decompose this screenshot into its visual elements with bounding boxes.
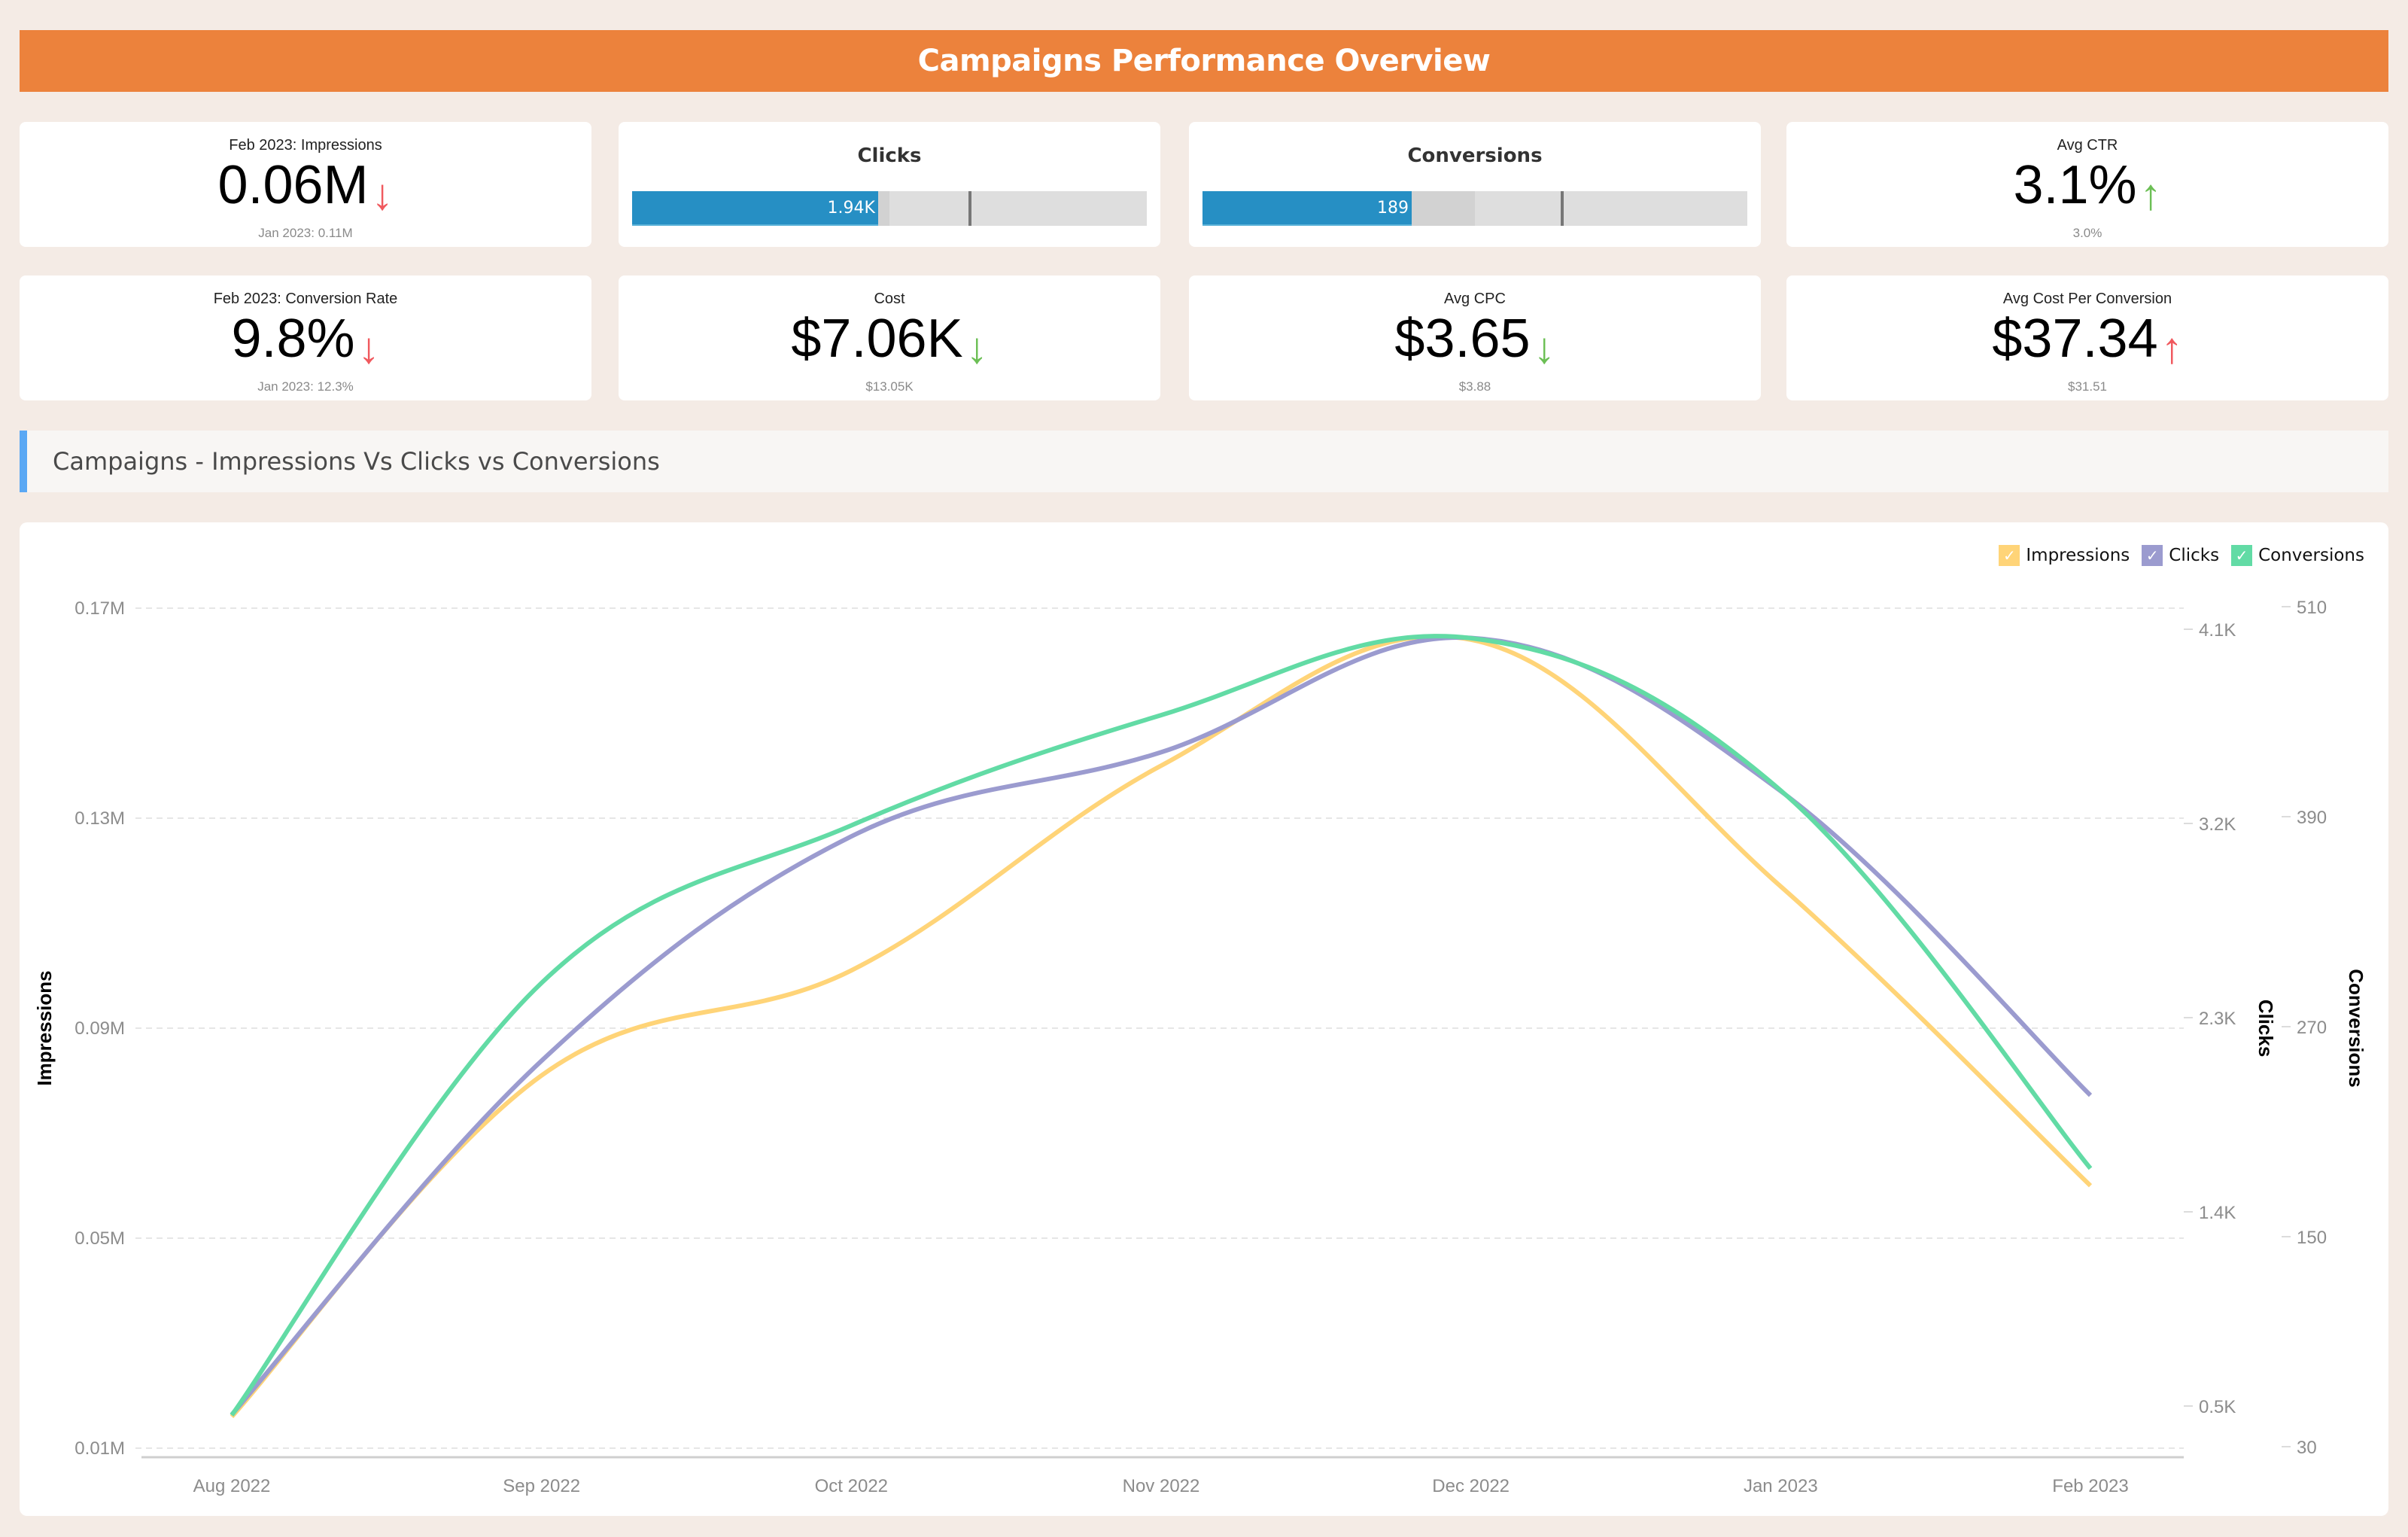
x-tick-label: Aug 2022 bbox=[193, 1476, 271, 1496]
kpi-label: Feb 2023: Conversion Rate bbox=[213, 291, 398, 307]
x-tick-label: Oct 2022 bbox=[815, 1476, 888, 1496]
y-tick-label-clicks: 1.4K bbox=[2199, 1203, 2236, 1223]
kpi-comparison: $31.51 bbox=[2068, 379, 2107, 394]
y-tick-label-clicks: 3.2K bbox=[2199, 814, 2236, 835]
y-tick-label-left: 0.13M bbox=[74, 808, 125, 829]
kpi-title: Conversions bbox=[1407, 145, 1543, 167]
kpi-comparison: $13.05K bbox=[865, 379, 914, 394]
kpi-card-avg-cpc[interactable]: Avg CPC $3.65 ↓ $3.88 bbox=[1189, 275, 1761, 400]
y-tick-label-left: 0.01M bbox=[74, 1438, 125, 1459]
x-tick-label: Sep 2022 bbox=[503, 1476, 580, 1496]
y-axis-title-clicks: Clicks bbox=[2254, 1000, 2277, 1058]
x-tick-label: Nov 2022 bbox=[1123, 1476, 1200, 1496]
y-tick-label-conversions: 510 bbox=[2297, 598, 2327, 618]
kpi-card-avg-cost-per-conversion[interactable]: Avg Cost Per Conversion $37.34 ↑ $31.51 bbox=[1786, 275, 2388, 400]
kpi-value: $7.06K bbox=[791, 309, 963, 369]
y-tick-label-conversions: 30 bbox=[2297, 1438, 2317, 1458]
arrow-down-icon: ↓ bbox=[357, 324, 380, 373]
bullet-value: 1.94K bbox=[827, 198, 875, 218]
kpi-value: $3.65 bbox=[1394, 309, 1531, 369]
kpi-label: Avg Cost Per Conversion bbox=[2002, 291, 2172, 307]
kpi-label: Cost bbox=[874, 291, 905, 307]
kpi-comparison: Jan 2023: 0.11M bbox=[258, 226, 353, 240]
kpi-value: 3.1% bbox=[2013, 155, 2137, 215]
y-tick-label-left: 0.05M bbox=[74, 1228, 125, 1249]
y-tick-label-left: 0.17M bbox=[74, 598, 125, 619]
y-tick-label-clicks: 0.5K bbox=[2199, 1397, 2236, 1417]
kpi-value: 9.8% bbox=[231, 309, 355, 369]
x-tick-label: Feb 2023 bbox=[2052, 1476, 2128, 1496]
kpi-comparison: Jan 2023: 12.3% bbox=[257, 379, 354, 394]
y-axis-title-conversions: Conversions bbox=[2345, 969, 2367, 1088]
chart-card: ✓ Impressions ✓ Clicks ✓ Conversions 0.0… bbox=[20, 522, 2388, 1516]
kpi-label: Avg CPC bbox=[1444, 291, 1506, 307]
line-chart: 0.01M 0.05M 0.09M 0.13M 0.17M Aug 2022 Sep 202… bbox=[33, 598, 2367, 1496]
kpi-comparison: 3.0% bbox=[2072, 226, 2102, 240]
arrow-down-icon: ↓ bbox=[371, 170, 394, 219]
y-axis-title-left: Impressions bbox=[33, 970, 56, 1085]
arrow-up-icon: ↑ bbox=[2139, 170, 2162, 219]
kpi-card-impressions[interactable]: Feb 2023: Impressions 0.06M ↓ Jan 2023: 0… bbox=[20, 122, 591, 247]
bullet-bar-clicks: 1.94K bbox=[632, 191, 1147, 226]
kpi-card-cost[interactable]: Cost $7.06K ↓ $13.05K bbox=[619, 275, 1160, 400]
x-tick-label: Dec 2022 bbox=[1432, 1476, 1510, 1496]
dashboard-header: Campaigns Performance Overview bbox=[20, 30, 2388, 92]
dashboard-title: Campaigns Performance Overview bbox=[917, 44, 1491, 78]
bullet-target-marker bbox=[1561, 191, 1564, 226]
x-tick-label: Jan 2023 bbox=[1744, 1476, 1818, 1496]
y-tick-label-clicks: 2.3K bbox=[2199, 1009, 2236, 1029]
kpi-card-conversion-rate[interactable]: Feb 2023: Conversion Rate 9.8% ↓ Jan 2023… bbox=[20, 275, 591, 400]
kpi-label: Feb 2023: Impressions bbox=[229, 137, 382, 154]
kpi-value: 0.06M bbox=[217, 155, 369, 215]
section-header: Campaigns - Impressions Vs Clicks vs Con… bbox=[20, 431, 2388, 492]
bullet-bar-conversions: 189 bbox=[1202, 191, 1747, 226]
y-tick-label-conversions: 390 bbox=[2297, 808, 2327, 828]
y-tick-label-left: 0.09M bbox=[74, 1018, 125, 1039]
kpi-label: Avg CTR bbox=[2057, 137, 2118, 154]
series-line-clicks bbox=[230, 635, 2093, 1417]
y-tick-label-clicks: 4.1K bbox=[2199, 620, 2236, 641]
bullet-target-marker bbox=[968, 191, 971, 226]
kpi-card-avg-ctr[interactable]: Avg CTR 3.1% ↑ 3.0% bbox=[1786, 122, 2388, 247]
kpi-card-clicks[interactable]: Clicks 1.94K bbox=[619, 122, 1160, 247]
bullet-fill: 1.94K bbox=[632, 191, 878, 226]
arrow-up-icon: ↑ bbox=[2160, 324, 2183, 373]
kpi-value: $37.34 bbox=[1992, 309, 2158, 369]
y-tick-label-conversions: 270 bbox=[2297, 1018, 2327, 1038]
kpi-card-conversions[interactable]: Conversions 189 bbox=[1189, 122, 1761, 247]
bullet-fill: 189 bbox=[1202, 191, 1412, 226]
arrow-down-icon: ↓ bbox=[1533, 324, 1555, 373]
arrow-down-icon: ↓ bbox=[965, 324, 988, 373]
kpi-comparison: $3.88 bbox=[1458, 379, 1491, 394]
section-title: Campaigns - Impressions Vs Clicks vs Con… bbox=[53, 447, 660, 476]
kpi-title: Clicks bbox=[857, 145, 922, 167]
y-tick-label-conversions: 150 bbox=[2297, 1228, 2327, 1248]
bullet-value: 189 bbox=[1377, 198, 1409, 218]
